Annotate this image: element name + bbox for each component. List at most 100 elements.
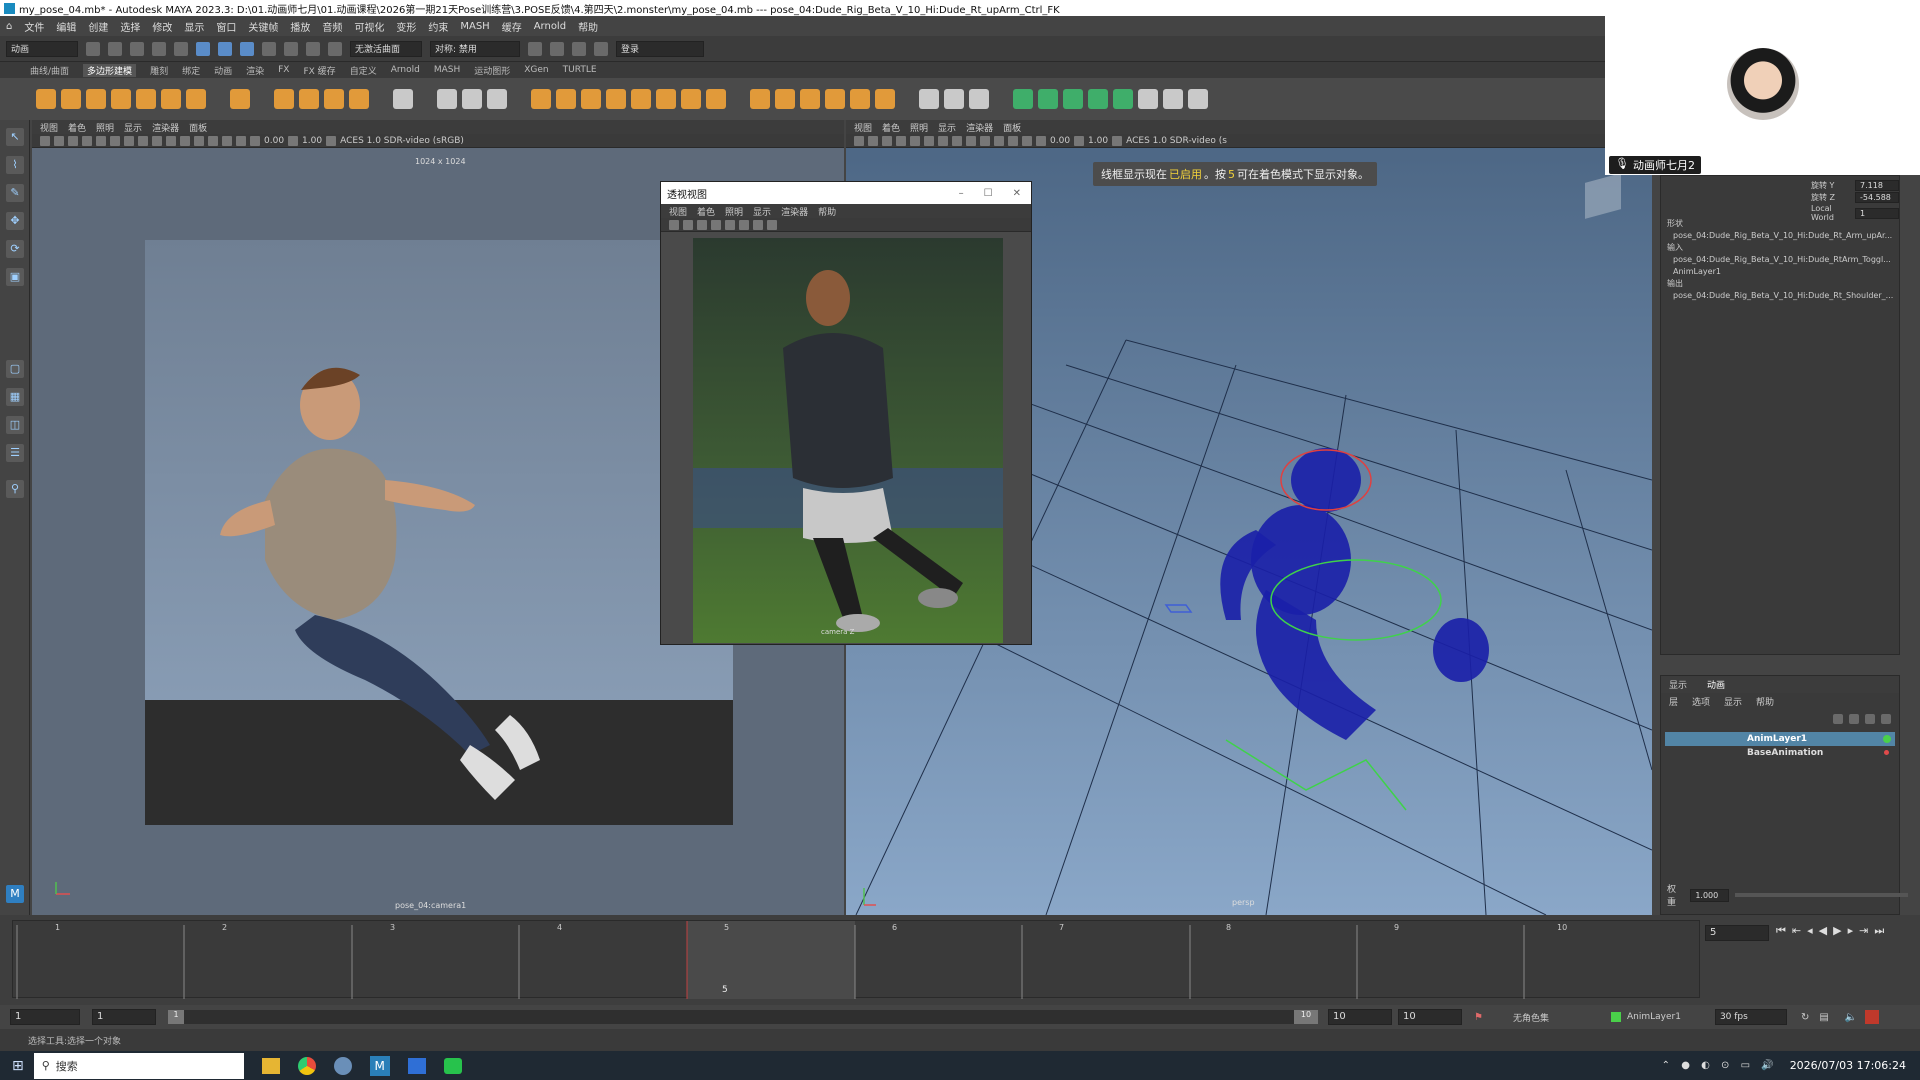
xray-joints-icon[interactable] xyxy=(236,135,246,146)
exposure-icon[interactable] xyxy=(250,135,260,146)
shelf-tab-arnold[interactable]: Arnold xyxy=(391,65,420,75)
redo-icon[interactable] xyxy=(174,41,188,56)
ref-menu-view[interactable]: 视图 xyxy=(669,205,687,218)
ref-menu-shading[interactable]: 着色 xyxy=(697,205,715,218)
reference-window-titlebar[interactable]: 透视视图 – ☐ ✕ xyxy=(661,182,1031,204)
shelf-tab-curves[interactable]: 曲线/曲面 xyxy=(30,64,69,77)
shelf-tab-rigging[interactable]: 绑定 xyxy=(182,64,200,77)
menu-modify[interactable]: 修改 xyxy=(152,19,172,34)
render-settings-icon[interactable] xyxy=(572,41,586,56)
textured-icon[interactable] xyxy=(166,135,176,146)
bridge-icon[interactable] xyxy=(681,89,701,109)
layer-tab-anim[interactable]: 动画 xyxy=(1707,678,1725,691)
xray-icon[interactable] xyxy=(222,135,232,146)
maya-home-icon[interactable]: M xyxy=(6,885,24,903)
uv-spherical-icon[interactable] xyxy=(1063,89,1083,109)
r-wireframe-icon[interactable] xyxy=(938,135,948,146)
gamma-value[interactable]: 1.00 xyxy=(302,136,322,146)
sweep-mesh-icon[interactable] xyxy=(274,89,294,109)
shelf-tab-fx-cache[interactable]: FX 缓存 xyxy=(303,64,335,77)
save-scene-icon[interactable] xyxy=(130,41,144,56)
target-weld-icon[interactable] xyxy=(850,89,870,109)
lasso-shelf-icon[interactable] xyxy=(462,89,482,109)
move-tool-icon[interactable]: ✥ xyxy=(6,212,24,230)
output-item[interactable]: pose_04:Dude_Rig_Beta_V_10_Hi:Dude_Rt_Sh… xyxy=(1667,290,1897,302)
menu-playback[interactable]: 播放 xyxy=(290,19,310,34)
uv-camera-icon[interactable] xyxy=(1113,89,1133,109)
fps-dropdown[interactable]: 30 fps xyxy=(1714,1009,1787,1025)
edge-loop-icon[interactable] xyxy=(875,89,895,109)
shelf-tab-turtle[interactable]: TURTLE xyxy=(563,65,597,75)
layer-move-up-icon[interactable] xyxy=(1833,714,1843,724)
menu-edit[interactable]: 编辑 xyxy=(56,19,76,34)
uv-unfold-icon[interactable] xyxy=(1138,89,1158,109)
resolution-gate-icon[interactable] xyxy=(110,135,120,146)
poly-sphere-icon[interactable] xyxy=(36,89,56,109)
ref-film-gate-icon[interactable] xyxy=(697,219,707,230)
r-image-plane-icon[interactable] xyxy=(882,135,892,146)
shelf-tab-xgen[interactable]: XGen xyxy=(524,65,548,75)
snap-curve-icon[interactable] xyxy=(306,41,320,56)
poly-platonic-icon[interactable] xyxy=(230,89,250,109)
select-tool-icon[interactable]: ↖ xyxy=(6,128,24,146)
wireframe-character[interactable] xyxy=(1164,448,1489,811)
shape-item[interactable]: pose_04:Dude_Rig_Beta_V_10_Hi:Dude_Rt_Ar… xyxy=(1667,230,1897,242)
layer-weight-field[interactable]: 1.000 xyxy=(1690,888,1729,902)
playback-start-field[interactable]: 1 xyxy=(92,1009,156,1025)
render-icon[interactable] xyxy=(528,41,542,56)
uv-cut-icon[interactable] xyxy=(1188,89,1208,109)
four-view-layout-icon[interactable]: ▦ xyxy=(6,388,24,406)
svg-tool-icon[interactable] xyxy=(349,89,369,109)
super-shape-icon[interactable] xyxy=(299,89,319,109)
r-gamma-icon[interactable] xyxy=(1074,135,1085,146)
select-object-icon[interactable] xyxy=(218,41,232,56)
go-to-end-icon[interactable]: ⏭ xyxy=(1874,924,1884,938)
ref-menu-help[interactable]: 帮助 xyxy=(818,205,836,218)
shelf-tab-sculpt[interactable]: 雕刻 xyxy=(150,64,168,77)
menu-deform[interactable]: 变形 xyxy=(396,19,416,34)
taskbar-search[interactable]: ⚲ 搜索 xyxy=(33,1052,244,1079)
new-scene-icon[interactable] xyxy=(86,41,100,56)
quad-draw-icon[interactable] xyxy=(919,89,939,109)
control-curve-ik[interactable] xyxy=(1164,604,1193,613)
layer-menu-show[interactable]: 显示 xyxy=(1724,695,1742,708)
poly-cylinder-icon[interactable] xyxy=(86,89,106,109)
input-item-animlayer[interactable]: AnimLayer1 xyxy=(1667,266,1897,278)
layer-menu-help[interactable]: 帮助 xyxy=(1756,695,1774,708)
r-camera-icon[interactable] xyxy=(854,135,864,146)
image-plane-icon[interactable] xyxy=(68,135,78,146)
menu-create[interactable]: 创建 xyxy=(88,19,108,34)
step-forward-frame-icon[interactable]: ▸ xyxy=(1848,924,1854,938)
anim-layer-label[interactable]: AnimLayer1 xyxy=(1627,1012,1681,1022)
menu-visualize[interactable]: 可视化 xyxy=(354,19,384,34)
rvp-menu-lighting[interactable]: 照明 xyxy=(910,121,928,134)
shadows-icon[interactable] xyxy=(194,135,204,146)
maximize-icon[interactable]: ☐ xyxy=(984,188,993,199)
color-management-icon[interactable] xyxy=(326,135,337,146)
search-icon[interactable]: ⚲ xyxy=(6,480,24,498)
append-icon[interactable] xyxy=(750,89,770,109)
bevel-icon[interactable] xyxy=(706,89,726,109)
minimize-icon[interactable]: – xyxy=(959,188,964,199)
menu-select[interactable]: 选择 xyxy=(120,19,140,34)
character-figure[interactable] xyxy=(220,367,540,800)
file-explorer-icon[interactable] xyxy=(261,1057,280,1074)
gamma-icon[interactable] xyxy=(288,135,299,146)
r-exposure-icon[interactable] xyxy=(1036,135,1046,146)
ref-grid-icon[interactable] xyxy=(683,219,693,230)
menu-file[interactable]: 文件 xyxy=(24,19,44,34)
r-film-gate-icon[interactable] xyxy=(910,135,920,146)
layer-menu-options[interactable]: 选项 xyxy=(1692,695,1710,708)
playback-end-field[interactable]: 10 xyxy=(1328,1009,1392,1025)
camera-icon[interactable] xyxy=(40,135,50,146)
single-view-layout-icon[interactable]: ▢ xyxy=(6,360,24,378)
combine-icon[interactable] xyxy=(531,89,551,109)
ref-camera-icon[interactable] xyxy=(669,219,679,230)
multicut-icon[interactable] xyxy=(825,89,845,109)
poly-torus-icon[interactable] xyxy=(136,89,156,109)
menu-arnold[interactable]: Arnold xyxy=(534,21,566,32)
poly-cone-icon[interactable] xyxy=(111,89,131,109)
vp-menu-show[interactable]: 显示 xyxy=(124,121,142,134)
r-textured-icon[interactable] xyxy=(966,135,976,146)
shelf-tab-mash[interactable]: MASH xyxy=(434,65,460,75)
